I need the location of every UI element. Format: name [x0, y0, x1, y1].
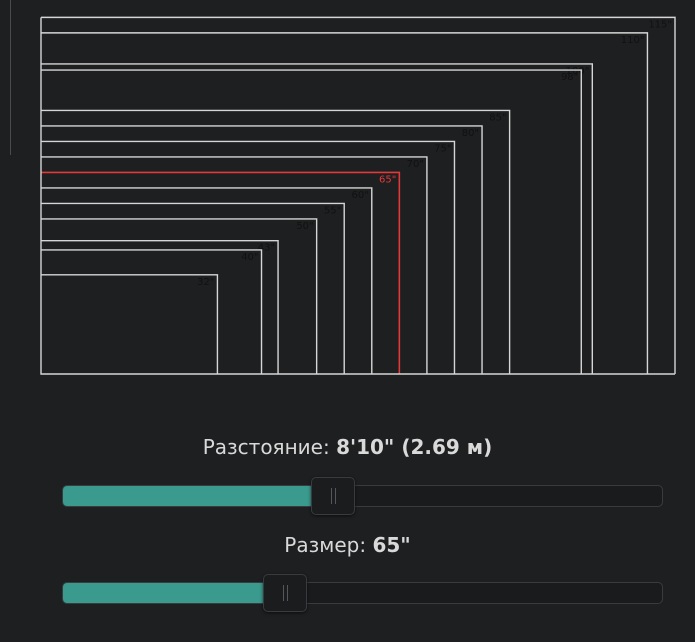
distance-caption: Разстояние:	[202, 435, 330, 459]
size-value: 65"	[372, 533, 411, 557]
screen-label-75: 75"	[434, 143, 451, 154]
screen-label-110: 110"	[621, 35, 645, 46]
distance-label: Разстояние: 8'10" (2.69 м)	[0, 435, 695, 459]
screen-label-60: 60"	[351, 190, 368, 201]
distance-slider[interactable]	[62, 477, 663, 515]
screen-label-50: 50"	[296, 221, 313, 232]
screen-outline-32	[41, 274, 219, 374]
screen-label-40: 40"	[241, 252, 258, 263]
size-slider-thumb[interactable]	[262, 574, 307, 612]
size-caption: Размер:	[284, 533, 367, 557]
screen-outline-40	[41, 249, 263, 374]
screen-outline-65	[41, 171, 401, 374]
screen-label-98: 98"	[561, 72, 578, 83]
screen-label-85: 85"	[489, 112, 506, 123]
grip-line	[330, 488, 332, 504]
screen-size-comparison: 115"110"100"98"85"80"75"70"65"60"55"50"4…	[40, 16, 676, 375]
screen-label-32: 32"	[197, 277, 214, 288]
screen-label-43: 43"	[258, 243, 275, 254]
screen-label-80: 80"	[462, 128, 479, 139]
grip-line	[286, 585, 288, 601]
distance-slider-thumb[interactable]	[310, 477, 355, 515]
size-slider-fill	[63, 583, 285, 603]
screen-label-55: 55"	[324, 205, 341, 216]
distance-slider-fill	[63, 486, 333, 506]
size-label: Размер: 65"	[0, 533, 695, 557]
grip-line	[334, 488, 336, 504]
screen-label-70: 70"	[407, 159, 424, 170]
screen-label-115: 115"	[648, 19, 672, 30]
grip-line	[282, 585, 284, 601]
screen-outline-50	[41, 218, 318, 374]
distance-value: 8'10" (2.69 м)	[336, 435, 493, 459]
screen-outline-70	[41, 156, 428, 374]
screen-label-65: 65"	[379, 174, 396, 185]
size-slider[interactable]	[62, 574, 663, 612]
